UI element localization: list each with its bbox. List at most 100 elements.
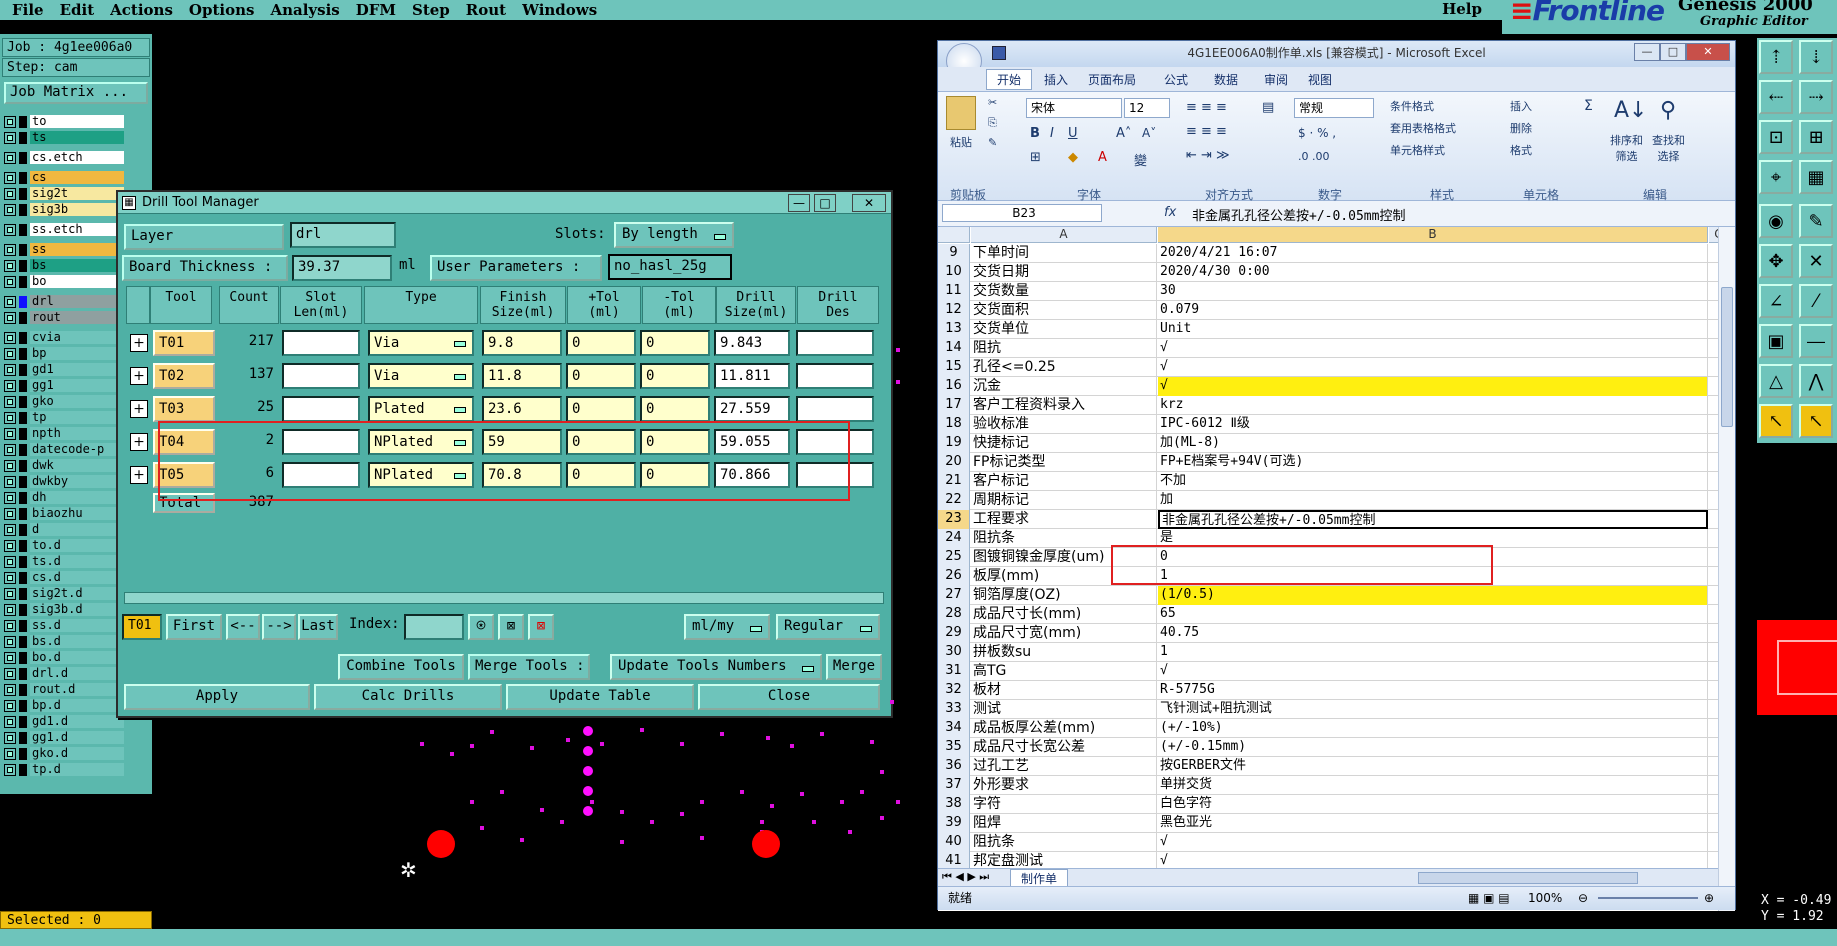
row-number[interactable]: 39 — [938, 814, 970, 833]
menu-options[interactable]: Options — [189, 1, 255, 19]
row-number[interactable]: 20 — [938, 453, 970, 472]
row-number[interactable]: 17 — [938, 396, 970, 415]
number-format-box[interactable]: 常规 — [1294, 98, 1374, 118]
menu-windows[interactable]: Windows — [522, 1, 597, 19]
cell-a[interactable]: 沉金 — [971, 377, 1157, 396]
cell-a[interactable]: 高TG — [971, 662, 1157, 681]
units-dropdown[interactable]: ml/my — [684, 614, 770, 640]
layer-name[interactable]: d — [30, 523, 124, 536]
zoom-out-icon[interactable]: ⇣ — [1799, 40, 1833, 74]
cell-a[interactable]: 交货单位 — [971, 320, 1157, 339]
menu-actions[interactable]: Actions — [110, 1, 173, 19]
update-numbers-dropdown[interactable]: Update Tools Numbers — [610, 654, 822, 680]
cell-b[interactable]: R-5775G — [1158, 681, 1708, 700]
slot-len-field[interactable] — [282, 363, 360, 389]
layer-checkbox[interactable] — [4, 115, 16, 128]
layer-row[interactable]: bp — [4, 346, 124, 361]
vertical-scrollbar[interactable] — [1718, 227, 1735, 911]
font-name-box[interactable]: 宋体 — [1026, 98, 1122, 118]
slots-dropdown[interactable]: By length — [614, 222, 734, 248]
underline-icon[interactable]: U — [1068, 126, 1078, 141]
row-number[interactable]: 19 — [938, 434, 970, 453]
cell-b[interactable]: IPC-6012 Ⅱ级 — [1158, 415, 1708, 434]
layer-name[interactable]: rout — [30, 311, 124, 324]
cell-b[interactable]: 按GERBER文件 — [1158, 757, 1708, 776]
layer-checkbox[interactable] — [4, 491, 16, 504]
column-header[interactable]: Count — [219, 286, 279, 324]
cell-b[interactable]: krz — [1158, 396, 1708, 415]
align-top-icon[interactable]: ≡ ≡ ≡ — [1186, 100, 1227, 115]
pan-left-icon[interactable]: ⇠ — [1759, 80, 1793, 114]
column-header[interactable]: Tool — [150, 286, 212, 324]
layer-row[interactable]: bp.d — [4, 698, 124, 713]
drill-size-field[interactable]: 9.843 — [714, 330, 790, 356]
column-header[interactable]: B — [1158, 227, 1708, 243]
formula-content[interactable]: 非金属孔孔径公差按+/-0.05mm控制 — [1192, 205, 1405, 224]
layer-name[interactable]: bp.d — [30, 699, 124, 712]
layer-row[interactable]: npth — [4, 426, 124, 441]
layer-checkbox[interactable] — [4, 427, 16, 440]
column-header[interactable]: +Tol (ml) — [567, 286, 641, 324]
layer-row[interactable]: sig2t.d — [4, 586, 124, 601]
cell-b[interactable]: √ — [1158, 358, 1708, 377]
cell-a[interactable]: 成品尺寸长(mm) — [971, 605, 1157, 624]
layer-name[interactable]: npth — [30, 427, 124, 440]
pointer-select-icon[interactable]: ↖ — [1799, 404, 1833, 438]
zoom-in-icon[interactable]: ⊕ — [1704, 887, 1714, 909]
layer-row[interactable]: dwk — [4, 458, 124, 473]
cell-a[interactable]: 孔径<=0.25 — [971, 358, 1157, 377]
layer-name[interactable]: drl — [30, 295, 124, 308]
row-number[interactable]: 18 — [938, 415, 970, 434]
row-number[interactable]: 36 — [938, 757, 970, 776]
plus-tol-field[interactable]: 0 — [566, 396, 636, 422]
cell-a[interactable]: 板材 — [971, 681, 1157, 700]
cell-b[interactable]: √ — [1158, 339, 1708, 358]
layer-row[interactable]: cs — [4, 170, 124, 185]
layer-row[interactable]: bo — [4, 274, 124, 289]
last-button[interactable]: Last — [298, 614, 338, 640]
expand-icon[interactable]: + — [130, 400, 148, 418]
layer-checkbox[interactable] — [4, 395, 16, 408]
row-number[interactable]: 23 — [938, 510, 970, 529]
fill-color-icon[interactable]: ◆ — [1068, 150, 1078, 165]
row-number[interactable]: 37 — [938, 776, 970, 795]
layer-checkbox[interactable] — [4, 699, 16, 712]
cell-b[interactable]: 加(ML-8) — [1158, 434, 1708, 453]
excel-close-icon[interactable]: ✕ — [1686, 43, 1730, 61]
surface-icon[interactable]: ▣ — [1759, 324, 1793, 358]
row-number[interactable]: 13 — [938, 320, 970, 339]
currency-icon[interactable]: $ · % , — [1298, 126, 1336, 140]
view-icons[interactable]: ▦ ▣ ▤ — [1468, 887, 1510, 909]
layer-checkbox[interactable] — [4, 187, 16, 200]
layer-row[interactable]: ts.d — [4, 554, 124, 569]
layer-checkbox[interactable] — [4, 523, 16, 536]
cell-b[interactable]: 单拼交货 — [1158, 776, 1708, 795]
layer-checkbox[interactable] — [4, 571, 16, 584]
layer-checkbox[interactable] — [4, 635, 16, 648]
cell-b[interactable]: 0.079 — [1158, 301, 1708, 320]
layer-name[interactable]: sig2t — [30, 187, 124, 200]
format-cells-button[interactable]: 格式 — [1510, 142, 1532, 158]
finish-size-field[interactable]: 23.6 — [482, 396, 562, 422]
ribbon-tab[interactable]: 公式 — [1164, 71, 1188, 88]
bold-icon[interactable]: B — [1030, 126, 1040, 141]
cell-a[interactable]: 验收标准 — [971, 415, 1157, 434]
layer-checkbox[interactable] — [4, 555, 16, 568]
slot-len-field[interactable] — [282, 330, 360, 356]
type-dropdown[interactable]: Plated — [368, 396, 474, 422]
expand-icon[interactable]: + — [130, 433, 148, 451]
layer-name[interactable]: sig3b — [30, 203, 124, 216]
cell-b[interactable]: 1 — [1158, 643, 1708, 662]
paste-label[interactable]: 粘贴 — [950, 134, 972, 150]
layer-row[interactable]: drl — [4, 294, 124, 309]
menu-rout[interactable]: Rout — [466, 1, 506, 19]
layer-name[interactable]: sig3b.d — [30, 603, 124, 616]
calc-drills-button[interactable]: Calc Drills — [314, 684, 502, 710]
cell-b[interactable]: (1/0.5) — [1158, 586, 1708, 605]
row-number[interactable]: 34 — [938, 719, 970, 738]
cell-b[interactable]: 2020/4/21 16:07 — [1158, 244, 1708, 263]
merge-button[interactable]: Merge — [826, 654, 882, 680]
layer-row[interactable]: rout — [4, 310, 124, 325]
zoom-out-icon[interactable]: ⊖ — [1578, 887, 1588, 909]
move-icon[interactable]: ✎ — [1799, 204, 1833, 238]
